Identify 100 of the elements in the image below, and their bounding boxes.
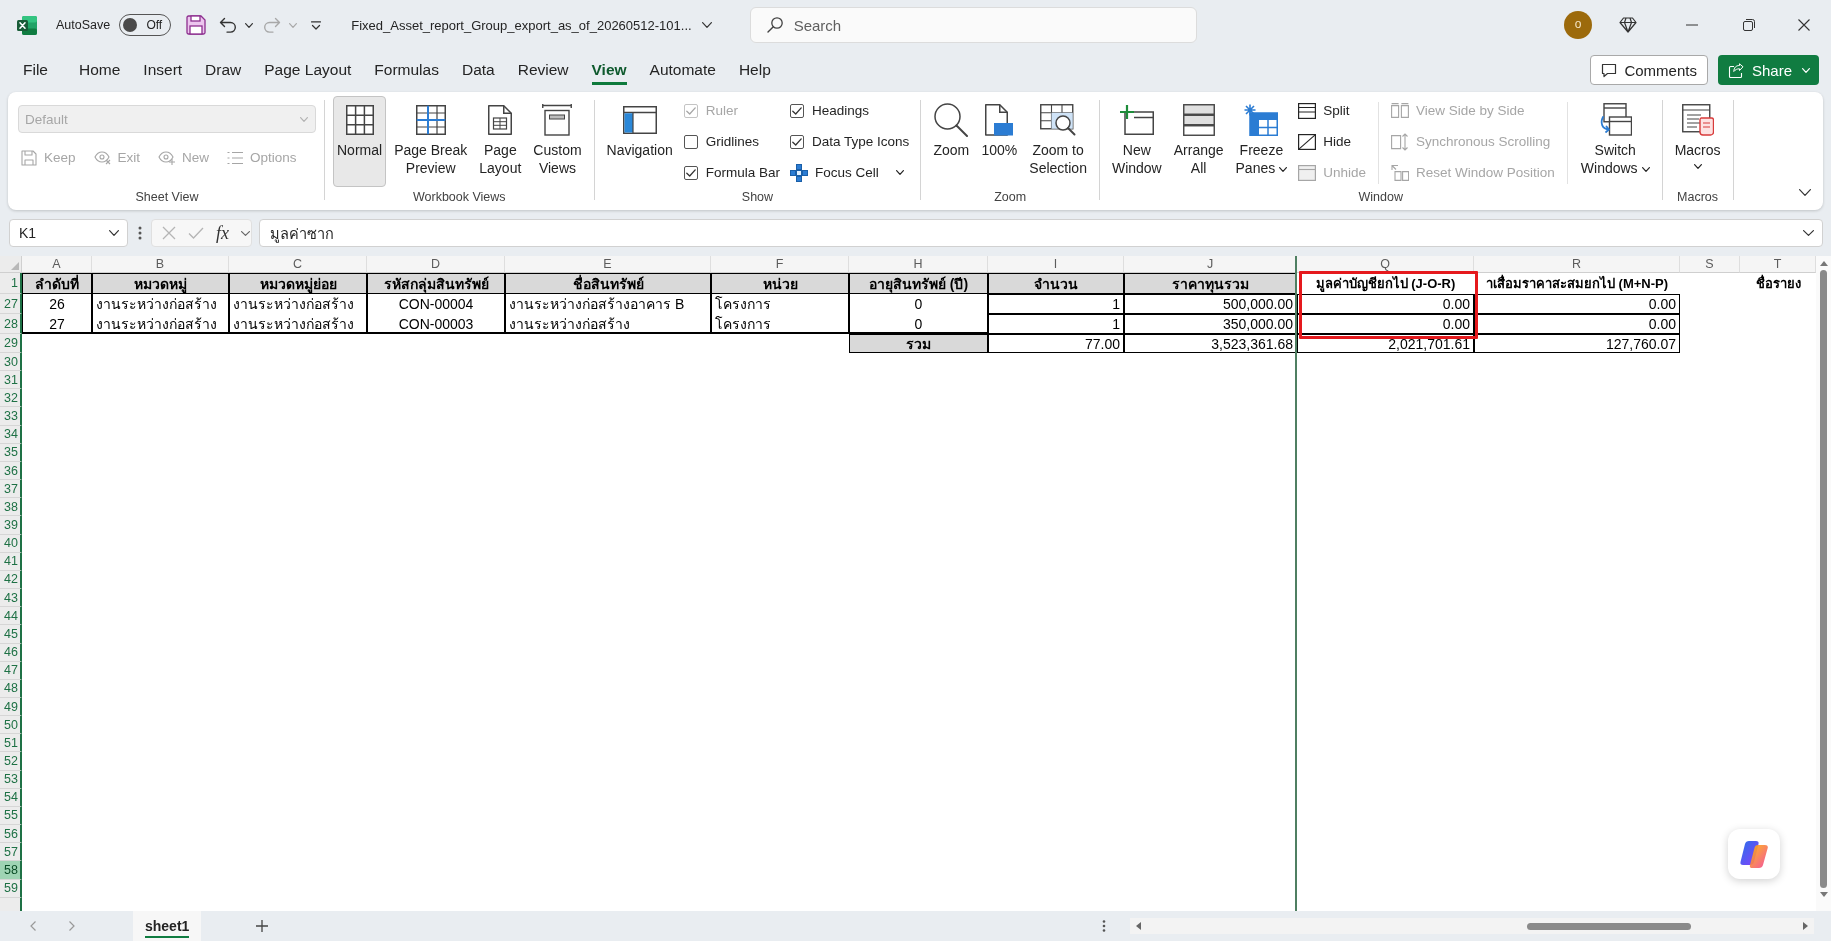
row-header[interactable]: 33 (0, 407, 22, 426)
column-header[interactable]: T (1740, 256, 1816, 273)
search-field[interactable]: Search (749, 7, 1197, 43)
row-header[interactable]: 37 (0, 480, 22, 499)
menu-tab[interactable]: Page Layout (264, 55, 352, 85)
ribbon-button[interactable]: Page Break Preview (390, 96, 472, 187)
triangle-left-icon[interactable] (1136, 922, 1142, 930)
avatar[interactable]: o (1564, 11, 1592, 39)
checkbox[interactable] (683, 165, 698, 180)
comments-button[interactable]: Comments (1590, 55, 1708, 85)
column-header[interactable]: B (92, 256, 229, 273)
vertical-scrollbar[interactable] (1816, 256, 1831, 911)
ribbon-button[interactable]: New Window (1107, 96, 1166, 187)
spreadsheet-logo-icon[interactable] (17, 15, 37, 35)
checkbox[interactable] (790, 103, 804, 118)
row-header[interactable]: 43 (0, 589, 22, 608)
function-button[interactable]: fx (216, 223, 229, 243)
undo-icon[interactable] (219, 17, 238, 33)
row-header[interactable]: 31 (0, 371, 22, 390)
triangle-down-icon[interactable] (1819, 892, 1828, 897)
row-header[interactable]: 44 (0, 607, 22, 626)
diamond-icon[interactable] (1618, 17, 1637, 33)
menu-tab[interactable]: Insert (143, 55, 183, 85)
menu-tab[interactable]: Automate (649, 55, 716, 85)
chevron-down-icon[interactable] (1799, 189, 1811, 196)
menu-tab[interactable]: Home (79, 55, 121, 85)
ribbon-button[interactable]: Custom Views (529, 96, 586, 187)
menu-tab[interactable]: File (23, 55, 48, 85)
checkbox-option[interactable]: Formula Bar (680, 158, 783, 187)
row-header[interactable]: 28 (0, 314, 22, 334)
checkbox[interactable] (790, 134, 804, 149)
restore-icon[interactable] (1742, 19, 1755, 31)
row-header[interactable]: 27 (0, 294, 22, 314)
column-header[interactable]: R (1474, 256, 1680, 273)
checkbox-option[interactable]: Data Type Icons (787, 127, 913, 156)
check-icon[interactable] (188, 227, 204, 239)
row-header[interactable]: 52 (0, 752, 22, 771)
close-icon[interactable] (1798, 19, 1810, 31)
scrollbar-thumb[interactable] (1527, 922, 1692, 930)
caret-icon[interactable] (245, 22, 254, 28)
file-name-menu[interactable]: Fixed_Asset_report_Group_export_as_of_20260512-101... (351, 17, 712, 33)
column-header[interactable]: E (505, 256, 711, 273)
ribbon-button[interactable]: Normal (333, 96, 387, 187)
row-header[interactable]: 38 (0, 498, 22, 517)
scrollbar-thumb[interactable] (1820, 270, 1827, 888)
checkbox-option[interactable]: Gridlines (680, 127, 783, 156)
share-button[interactable]: Share (1717, 55, 1819, 85)
ribbon-button[interactable]: Zoom to Selection (1025, 96, 1091, 187)
ribbon-button[interactable]: Macros (1670, 96, 1725, 187)
column-header[interactable]: H (849, 256, 988, 273)
triangle-up-icon[interactable] (1819, 261, 1828, 266)
row-header[interactable]: 1 (0, 273, 22, 294)
row-header[interactable]: 29 (0, 334, 22, 353)
ribbon-button[interactable]: Page Layout (475, 96, 526, 187)
minimize-icon[interactable] (1685, 24, 1698, 26)
menu-tab[interactable]: Review (517, 55, 569, 85)
column-header[interactable]: D (367, 256, 505, 273)
name-box[interactable]: K1 (9, 219, 128, 247)
customize-menu-icon[interactable] (311, 20, 322, 30)
row-header[interactable]: 39 (0, 516, 22, 535)
ribbon-button[interactable]: Navigation (602, 96, 677, 187)
column-header[interactable]: I (988, 256, 1124, 273)
column-header[interactable]: S (1680, 256, 1740, 273)
save-icon[interactable] (186, 15, 207, 35)
row-header[interactable]: 45 (0, 625, 22, 644)
menu-tab[interactable]: Data (461, 55, 495, 85)
row-header[interactable]: 57 (0, 843, 22, 862)
ribbon-button[interactable]: 100% (977, 96, 1022, 187)
row-header[interactable]: 56 (0, 825, 22, 844)
checkbox[interactable] (683, 134, 698, 149)
vertical-dots-icon[interactable] (138, 226, 142, 240)
row-header[interactable]: 51 (0, 734, 22, 753)
vertical-dots-icon[interactable] (1102, 920, 1107, 932)
sheet-tab[interactable]: sheet1 (133, 911, 202, 941)
horizontal-scrollbar[interactable] (1130, 918, 1815, 934)
ribbon-button[interactable]: Split (1295, 96, 1369, 125)
ribbon-button[interactable]: Hide (1295, 127, 1369, 156)
column-header[interactable]: F (711, 256, 849, 273)
sheet-cell: 27 (22, 314, 92, 334)
row-header[interactable]: 32 (0, 389, 22, 408)
triangle-right-icon[interactable] (1803, 922, 1809, 930)
ribbon-button[interactable]: Focus Cell (787, 158, 913, 187)
ribbon-button[interactable]: Zoom (929, 96, 974, 187)
plus-icon[interactable] (256, 920, 269, 932)
menu-tab[interactable]: Draw (205, 55, 242, 85)
menu-tab[interactable]: Formulas (374, 55, 439, 85)
column-header[interactable]: J (1124, 256, 1297, 273)
row-header[interactable]: 58 (0, 861, 22, 880)
row-header[interactable]: 50 (0, 716, 22, 735)
column-header[interactable]: A (22, 256, 92, 273)
checkbox-option[interactable]: Headings (787, 96, 913, 125)
floating-button[interactable] (1728, 829, 1780, 879)
menu-tab[interactable]: View (591, 55, 627, 85)
menu-tab[interactable]: Help (738, 55, 771, 85)
column-header[interactable]: C (229, 256, 367, 273)
formula-field[interactable]: มูลค่าซาก (259, 219, 1823, 247)
ribbon-button[interactable]: Arrange All (1169, 96, 1228, 187)
ribbon-button[interactable]: Freeze Panes (1231, 96, 1292, 187)
row-header[interactable]: 30 (0, 353, 22, 372)
ribbon-button[interactable]: Switch Windows (1576, 96, 1654, 187)
